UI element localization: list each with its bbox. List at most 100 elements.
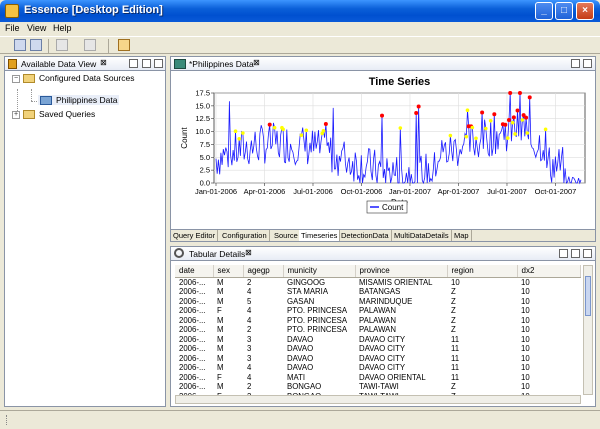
maximize-button[interactable]: □ (555, 2, 573, 20)
tree-item-configured-data-sources[interactable]: − Configured Data Sources (12, 73, 134, 84)
tree-item-philippines-data[interactable]: Philippines Data (38, 95, 120, 106)
tree-item-label: Philippines Data (56, 95, 118, 105)
table-row[interactable]: 2006-... F 4 PTO. PRINCESA PALAWAN Z 10 (175, 306, 581, 316)
table-cell-sex: M (217, 363, 224, 372)
subtab-configuration[interactable]: Configuration (220, 230, 270, 241)
alert-point-yellow (474, 136, 478, 141)
table-cell-province: DAVAO ORIENTAL (359, 372, 426, 382)
save-icon[interactable] (14, 39, 26, 51)
vertical-scrollbar[interactable] (583, 265, 593, 395)
table-cell-date: 2006-... (179, 363, 206, 372)
alert-point-red (517, 91, 522, 95)
minimize-button[interactable]: _ (535, 2, 553, 20)
toolbar (0, 36, 600, 54)
scroll-thumb[interactable] (585, 276, 591, 316)
table-row[interactable]: 2006-... M 3 DAVAO DAVAO CITY 11 10 (175, 354, 581, 364)
close-icon[interactable]: ⊠ (245, 248, 252, 257)
tree-item-label: Saved Queries (39, 109, 96, 119)
column-header-dx2[interactable]: dx2 (517, 265, 581, 278)
tabular-details-tab[interactable]: Tabular Details ⊠ (171, 247, 595, 261)
table-row[interactable]: 2006-... M 2 GINGOOG MISAMIS ORIENTAL 10 10 (175, 277, 581, 287)
table-cell-dx2: 10 (521, 325, 530, 334)
table-cell-date: 2006-... (179, 306, 206, 315)
time-series-chart: Time Series0.02.55.07.510.012.515.017.5J… (180, 76, 586, 214)
alert-point-yellow (513, 132, 517, 136)
table-cell-dx2: 10 (521, 277, 530, 287)
table-cell-agegp: 2 (247, 277, 252, 287)
close-icon[interactable]: ⊠ (253, 58, 260, 67)
collapse-icon[interactable]: − (12, 74, 20, 83)
table-row[interactable]: 2006-... M 3 DAVAO DAVAO CITY 11 10 (175, 344, 581, 354)
table-row[interactable]: 2006-... M 2 BONGAO TAWI-TAWI Z 10 (175, 382, 581, 392)
save-all-icon[interactable] (30, 39, 42, 51)
y-tick-label: 7.5 (200, 140, 210, 149)
table-cell-sex: M (217, 296, 224, 306)
table-cell-agegp: 3 (247, 334, 252, 344)
undo-icon[interactable] (118, 39, 130, 51)
table-cell-province: PALAWAN (359, 325, 396, 334)
menu-help[interactable]: Help (53, 23, 72, 33)
subtab-map[interactable]: Map (452, 230, 472, 241)
table-row[interactable]: 2006-... M 4 STA MARIA BATANGAS Z 10 (175, 287, 581, 297)
maximize-icon[interactable] (154, 59, 163, 68)
table-row[interactable]: 2006-... M 4 DAVAO DAVAO CITY 11 10 (175, 363, 581, 373)
minimize-icon[interactable] (571, 59, 580, 68)
alert-point-red (414, 111, 419, 116)
table-cell-region: Z (451, 325, 456, 334)
column-header-agegp[interactable]: agegp (243, 265, 284, 278)
subtab-multi-data-details[interactable]: MultiDataDetails (392, 230, 452, 241)
maximize-icon[interactable] (583, 59, 592, 68)
x-tick-label: Apr-01-2006 (244, 187, 286, 196)
back-icon[interactable] (56, 39, 68, 51)
table-cell-agegp: 4 (247, 315, 252, 325)
column-header-sex[interactable]: sex (213, 265, 244, 278)
expand-icon[interactable]: + (12, 110, 20, 119)
forward-icon[interactable] (84, 39, 96, 51)
subtab-detection-data[interactable]: DetectionData (339, 230, 392, 241)
window-title: Essence [Desktop Edition] (24, 4, 163, 16)
table-row[interactable]: 2006-... M 4 PTO. PRINCESA PALAWAN Z 10 (175, 316, 581, 326)
table-cell-region: Z (451, 315, 456, 325)
alert-point-red (503, 122, 508, 127)
menu-file[interactable]: File (5, 23, 20, 33)
tree-item-saved-queries[interactable]: + Saved Queries (12, 109, 96, 120)
column-header-date[interactable]: date (175, 265, 214, 278)
alert-point-yellow (272, 125, 277, 130)
table-row[interactable]: 2006-... M 3 DAVAO DAVAO CITY 11 10 (175, 335, 581, 345)
alert-point-red (511, 115, 516, 120)
table-cell-municity: PTO. PRINCESA (287, 315, 348, 325)
table-row[interactable]: 2006-... M 5 GASAN MARINDUQUE Z 10 (175, 297, 581, 307)
timeseries-icon (174, 59, 186, 69)
subtab-source[interactable]: Source (272, 230, 301, 241)
view-menu-icon[interactable] (559, 249, 568, 258)
table-cell-dx2: 10 (521, 296, 530, 306)
horizontal-scrollbar[interactable] (175, 395, 581, 404)
close-button[interactable]: × (576, 2, 594, 20)
column-header-municity[interactable]: municity (283, 265, 356, 278)
column-header-region[interactable]: region (447, 265, 518, 278)
minimize-icon[interactable] (142, 59, 151, 68)
column-header-province[interactable]: province (355, 265, 448, 278)
alert-point-yellow (483, 126, 488, 131)
table-cell-province: TAWI-TAWI (359, 382, 399, 391)
alert-point-red (508, 91, 513, 95)
table-row[interactable]: 2006-... M 2 PTO. PRINCESA PALAWAN Z 10 (175, 325, 581, 335)
menu-view[interactable]: View (27, 23, 46, 33)
menu-bar: File View Help (0, 22, 600, 36)
minimize-icon[interactable] (571, 249, 580, 258)
table-cell-dx2: 10 (521, 315, 530, 325)
editor-tab[interactable]: *Philippines Data ⊠ (171, 57, 595, 71)
table-cell-agegp: 4 (247, 306, 252, 315)
close-icon[interactable]: ⊠ (100, 58, 107, 67)
table-row[interactable]: 2006-... F 4 MATI DAVAO ORIENTAL 11 10 (175, 373, 581, 383)
subtab-query-editor[interactable]: Query Editor (171, 230, 219, 241)
view-menu-icon[interactable] (129, 59, 138, 68)
alert-point-yellow (241, 131, 245, 135)
maximize-icon[interactable] (583, 249, 592, 258)
available-data-view-tab[interactable]: Available Data View ⊠ (5, 57, 165, 71)
alert-point-red (527, 95, 532, 100)
table-cell-municity: PTO. PRINCESA (287, 306, 348, 315)
subtab-timeseries[interactable]: Timeseries (299, 230, 341, 241)
table-cell-sex: M (217, 382, 224, 391)
details-table: date sex agegp municity province region … (175, 265, 581, 401)
